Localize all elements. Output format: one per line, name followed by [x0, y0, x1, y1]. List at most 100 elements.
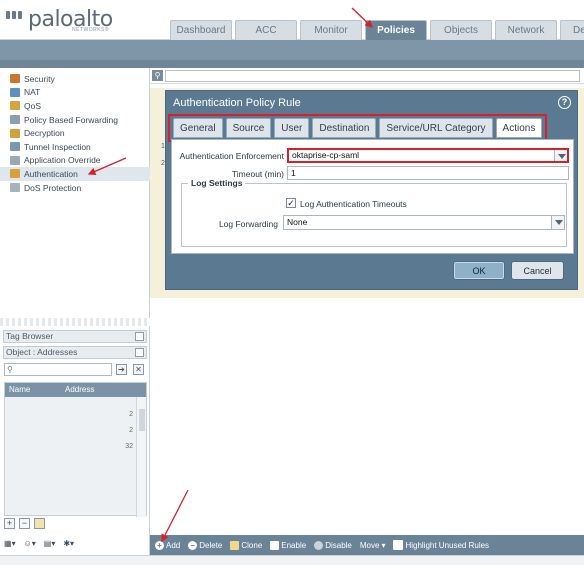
- rules-toolbar: + Add − Delete Clone Enable Disable Move ▾ …: [150, 535, 584, 555]
- sidebar-item-app-override[interactable]: Application Override: [10, 154, 150, 168]
- authentication-icon: [10, 169, 20, 179]
- pbf-icon: [10, 115, 20, 125]
- highlight-unused-toggle[interactable]: Highlight Unused Rules: [393, 540, 489, 550]
- timeout-input[interactable]: 1: [287, 166, 569, 180]
- tab-device[interactable]: Dev: [560, 20, 584, 40]
- tab-policies[interactable]: Policies: [365, 20, 427, 40]
- object-panel-title: Object : Addresses: [6, 347, 78, 357]
- collapse-icon[interactable]: [135, 348, 144, 357]
- add-icon: +: [155, 540, 164, 550]
- grid-scrollbar[interactable]: [136, 397, 146, 517]
- search-icon[interactable]: ⚲: [152, 70, 163, 81]
- tab-service-url-category[interactable]: Service/URL Category: [379, 118, 493, 138]
- qos-icon: [10, 101, 20, 111]
- address-search-input[interactable]: ⚲: [4, 363, 112, 376]
- footer-buttons: + −: [4, 518, 45, 529]
- tab-user[interactable]: User: [274, 118, 310, 138]
- help-icon[interactable]: ?: [558, 96, 571, 109]
- tag-browser-header[interactable]: Tag Browser: [3, 330, 147, 343]
- clone-icon: [230, 540, 240, 550]
- move-label: Move: [359, 540, 380, 550]
- rules-filter-input[interactable]: [165, 70, 580, 82]
- tab-source[interactable]: Source: [225, 118, 272, 138]
- sub-header-strip: [0, 60, 584, 68]
- edit-icon[interactable]: [34, 518, 45, 529]
- clone-label: Clone: [241, 540, 263, 550]
- sidebar-item-pbf[interactable]: Policy Based Forwarding: [10, 113, 150, 127]
- auth-enforcement-select[interactable]: oktaprise-cp-saml: [287, 148, 569, 163]
- enable-label: Enable: [281, 540, 307, 550]
- tab-actions[interactable]: Actions: [495, 118, 543, 138]
- sidebar-item-label: NAT: [24, 87, 41, 98]
- log-timeouts-checkbox[interactable]: ✓: [286, 198, 296, 208]
- dropdown-caret: ▾: [70, 539, 75, 548]
- column-name[interactable]: Name: [5, 383, 61, 397]
- main-nav-tabs: Dashboard ACC Monitor Policies Objects N…: [170, 20, 584, 40]
- log-settings-group: Log Settings ✓ Log Authentication Timeou…: [181, 178, 567, 247]
- ok-button[interactable]: OK: [453, 261, 505, 280]
- sidebar-item-decryption[interactable]: Decryption: [10, 126, 150, 140]
- footer-tools: ▦▾ ☺▾ ▤▾ ✱▾: [4, 539, 74, 548]
- log-forwarding-select[interactable]: None: [283, 215, 565, 230]
- log-settings-legend: Log Settings: [188, 178, 246, 188]
- security-icon: [10, 74, 20, 84]
- tab-monitor[interactable]: Monitor: [300, 20, 362, 40]
- status-strip: [0, 555, 584, 565]
- tunnel-icon: [10, 142, 20, 152]
- log-forwarding-label: Log Forwarding: [218, 219, 278, 229]
- add-button[interactable]: + Add: [155, 540, 181, 550]
- auth-enforcement-value: oktaprise-cp-saml: [292, 150, 360, 160]
- dos-icon: [10, 183, 20, 193]
- apply-filter-button[interactable]: ➔: [116, 364, 127, 375]
- expand-icon[interactable]: [135, 332, 144, 341]
- chevron-down-icon[interactable]: [554, 150, 567, 161]
- chevron-down-icon[interactable]: [551, 216, 564, 229]
- delete-icon: −: [188, 540, 198, 550]
- sidebar-item-label: QoS: [24, 100, 42, 111]
- view-icon[interactable]: ▦▾: [4, 539, 16, 548]
- tab-objects[interactable]: Objects: [430, 20, 492, 40]
- tab-dashboard[interactable]: Dashboard: [170, 20, 232, 40]
- clone-button[interactable]: Clone: [230, 540, 263, 550]
- policy-nav: Security NAT QoS Policy Based Forwarding…: [0, 72, 150, 195]
- disable-button[interactable]: Disable: [314, 540, 352, 550]
- tab-general[interactable]: General: [173, 118, 223, 138]
- columns-icon[interactable]: ▤▾: [44, 539, 56, 548]
- sidebar-item-tunnel-inspection[interactable]: Tunnel Inspection: [10, 140, 150, 154]
- highlight-checkbox[interactable]: [393, 540, 404, 550]
- delete-button[interactable]: − Delete: [188, 540, 222, 550]
- object-panel-header[interactable]: Object : Addresses: [3, 346, 147, 359]
- sidebar-item-nat[interactable]: NAT: [10, 86, 150, 100]
- app-override-icon: [10, 155, 20, 165]
- enable-button[interactable]: Enable: [270, 540, 307, 550]
- sidebar-item-qos[interactable]: QoS: [10, 99, 150, 113]
- tag-browser-title: Tag Browser: [6, 331, 54, 341]
- tools-icon[interactable]: ✱▾: [63, 539, 74, 548]
- enable-icon: [270, 540, 280, 550]
- grid-cell: 32: [125, 443, 133, 450]
- sidebar-item-label: DoS Protection: [24, 182, 82, 193]
- scroll-thumb[interactable]: [139, 409, 145, 431]
- brand-sub: NETWORKS®: [72, 27, 110, 33]
- sidebar-item-authentication[interactable]: Authentication: [0, 167, 150, 181]
- sidebar-item-dos-protection[interactable]: DoS Protection: [10, 181, 150, 195]
- policy-sidebar: Security NAT QoS Policy Based Forwarding…: [0, 68, 150, 565]
- sidebar-splitter[interactable]: [0, 318, 150, 326]
- disable-label: Disable: [325, 540, 352, 550]
- tab-destination[interactable]: Destination: [312, 118, 377, 138]
- sidebar-item-label: Security: [24, 73, 55, 84]
- user-icon[interactable]: ☺▾: [24, 539, 36, 548]
- add-label: Add: [166, 540, 181, 550]
- move-button[interactable]: Move ▾: [360, 541, 386, 550]
- sidebar-item-security[interactable]: Security: [10, 72, 150, 86]
- tab-network[interactable]: Network: [495, 20, 557, 40]
- grid-rows: 2 2 32: [5, 397, 135, 507]
- column-address[interactable]: Address: [61, 383, 94, 397]
- remove-icon[interactable]: −: [19, 518, 30, 529]
- sidebar-item-label: Authentication: [24, 168, 78, 179]
- nat-icon: [10, 87, 20, 97]
- add-icon[interactable]: +: [4, 518, 15, 529]
- tab-acc[interactable]: ACC: [235, 20, 297, 40]
- cancel-button[interactable]: Cancel: [511, 261, 564, 280]
- clear-filter-button[interactable]: ✕: [133, 364, 144, 375]
